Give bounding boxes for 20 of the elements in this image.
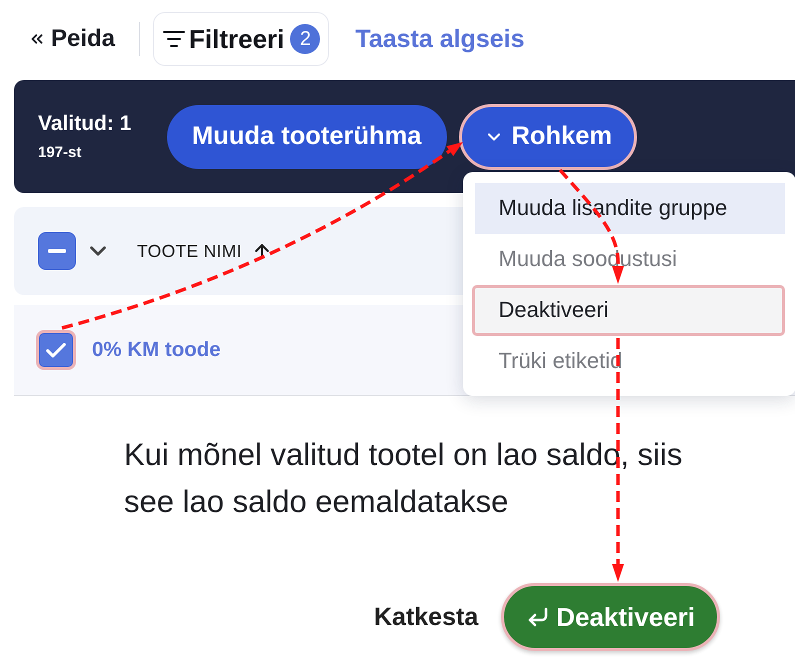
menu-item[interactable]: Deaktiveeri <box>472 284 784 336</box>
filter-count-badge: 2 <box>290 24 320 54</box>
return-arrow-icon <box>526 605 550 629</box>
more-button[interactable]: Rohkem <box>458 104 638 170</box>
product-name-link[interactable]: 0% KM toode <box>92 338 221 362</box>
filter-button[interactable]: Filtreeri 2 <box>153 12 330 66</box>
dialog-message: Kui mõnel valitud tootel on lao saldo, siis see lao saldo eemaldatakse <box>124 436 684 521</box>
deactivate-button[interactable]: Deaktiveeri <box>501 583 720 651</box>
cancel-button[interactable]: Katkesta <box>374 602 478 632</box>
check-icon <box>46 342 66 358</box>
total-count: 197-st <box>38 144 82 161</box>
reset-link[interactable]: Taasta algseis <box>355 24 524 54</box>
row-checkbox[interactable] <box>36 330 76 370</box>
select-all-checkbox[interactable] <box>38 232 76 270</box>
column-header[interactable]: TOOTE NIMI <box>137 240 242 262</box>
minus-icon <box>48 249 66 253</box>
hide-button[interactable]: Peida <box>28 19 116 59</box>
selected-count: Valitud: 1 <box>38 112 132 136</box>
menu-item[interactable]: Muuda lisandite gruppe <box>474 182 784 234</box>
change-group-button[interactable]: Muuda tooterühma <box>167 104 446 168</box>
